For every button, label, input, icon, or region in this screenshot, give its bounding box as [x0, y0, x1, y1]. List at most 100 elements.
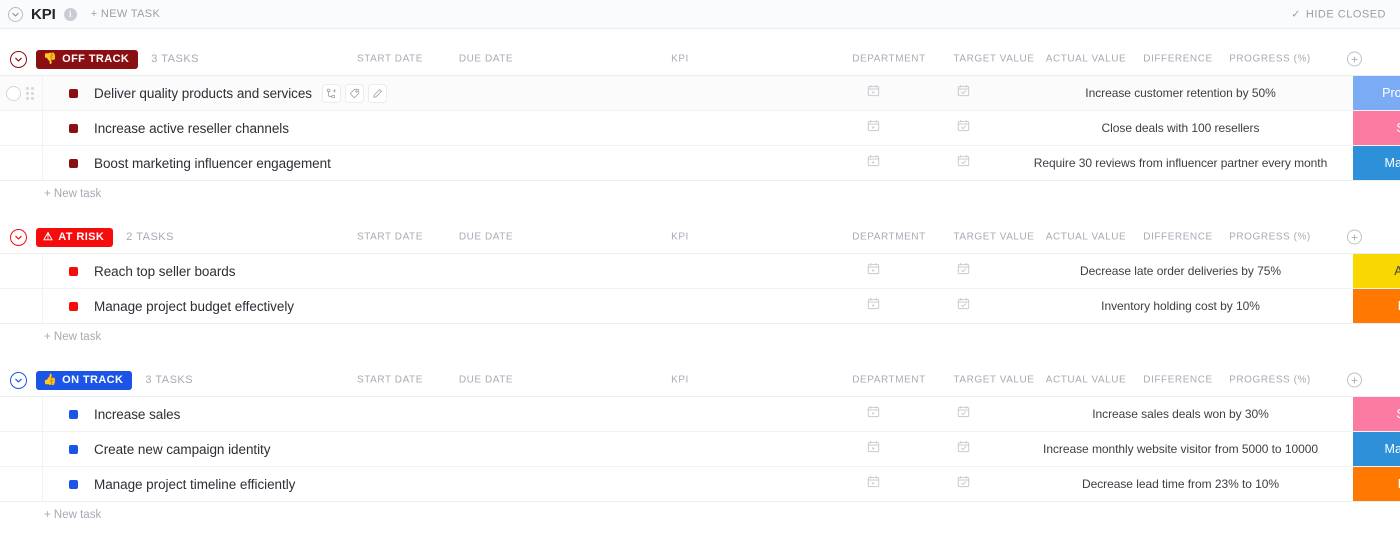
start-date-cell[interactable] — [828, 254, 918, 288]
calendar-start-icon[interactable] — [867, 154, 880, 172]
group-collapse-icon[interactable] — [10, 51, 27, 68]
calendar-start-icon[interactable] — [867, 119, 880, 137]
due-date-cell[interactable] — [918, 289, 1008, 323]
col-header-progress[interactable]: PROGRESS (%) — [1220, 375, 1320, 386]
table-row[interactable]: Increase salesIncrease sales deals won b… — [0, 397, 1400, 432]
task-name-cell[interactable]: Boost marketing influencer engagement — [42, 146, 828, 180]
calendar-start-icon[interactable] — [867, 262, 880, 280]
department-cell[interactable]: Sales — [1353, 397, 1400, 431]
group-collapse-icon[interactable] — [10, 372, 27, 389]
task-name-cell[interactable]: Increase active reseller channels — [42, 111, 828, 145]
task-title[interactable]: Boost marketing influencer engagement — [94, 156, 331, 171]
col-header-actual-value[interactable]: ACTUAL VALUE — [1040, 232, 1132, 243]
col-header-kpi[interactable]: KPI — [610, 375, 750, 386]
kpi-cell[interactable]: Increase customer retention by 50% — [1008, 76, 1353, 110]
task-name-cell[interactable]: Increase sales — [42, 397, 828, 431]
col-header-actual-value[interactable]: ACTUAL VALUE — [1040, 375, 1132, 386]
task-name-cell[interactable]: Manage project budget effectively — [42, 289, 828, 323]
task-title[interactable]: Increase sales — [94, 407, 180, 422]
department-cell[interactable]: Production — [1353, 76, 1400, 110]
task-status-square-icon[interactable] — [69, 410, 78, 419]
drag-handle-icon[interactable] — [26, 87, 35, 100]
department-tag[interactable]: Sales — [1353, 397, 1400, 431]
task-status-square-icon[interactable] — [69, 159, 78, 168]
group-collapse-icon[interactable] — [10, 229, 27, 246]
new-task-row[interactable]: + New task — [0, 502, 1400, 528]
calendar-start-icon[interactable] — [867, 297, 880, 315]
start-date-cell[interactable] — [828, 397, 918, 431]
task-status-square-icon[interactable] — [69, 445, 78, 454]
task-title[interactable]: Increase active reseller channels — [94, 121, 289, 136]
task-title[interactable]: Reach top seller boards — [94, 264, 235, 279]
calendar-due-icon[interactable] — [957, 262, 970, 280]
task-status-square-icon[interactable] — [69, 480, 78, 489]
col-header-progress[interactable]: PROGRESS (%) — [1220, 54, 1320, 65]
col-header-difference[interactable]: DIFFERENCE — [1132, 54, 1224, 65]
kpi-cell[interactable]: Decrease lead time from 23% to 10% — [1008, 467, 1353, 501]
due-date-cell[interactable] — [918, 432, 1008, 466]
department-tag[interactable]: PMO — [1353, 289, 1400, 323]
col-header-due-date[interactable]: DUE DATE — [448, 232, 524, 243]
col-header-due-date[interactable]: DUE DATE — [448, 375, 524, 386]
kpi-cell[interactable]: Increase monthly website visitor from 50… — [1008, 432, 1353, 466]
department-tag[interactable]: Marketing — [1353, 146, 1400, 180]
department-tag[interactable]: Admin — [1353, 254, 1400, 288]
group-status-badge[interactable]: 👍ON TRACK — [36, 371, 132, 390]
new-task-row[interactable]: + New task — [0, 181, 1400, 207]
department-tag[interactable]: Marketing — [1353, 432, 1400, 466]
task-name-cell[interactable]: Deliver quality products and services — [42, 76, 828, 110]
calendar-due-icon[interactable] — [957, 405, 970, 423]
task-title[interactable]: Deliver quality products and services — [94, 86, 312, 101]
calendar-due-icon[interactable] — [957, 154, 970, 172]
kpi-cell[interactable]: Close deals with 100 resellers — [1008, 111, 1353, 145]
due-date-cell[interactable] — [918, 467, 1008, 501]
calendar-start-icon[interactable] — [867, 440, 880, 458]
hide-closed-toggle[interactable]: ✓ HIDE CLOSED — [1291, 8, 1386, 21]
start-date-cell[interactable] — [828, 467, 918, 501]
col-header-due-date[interactable]: DUE DATE — [448, 54, 524, 65]
info-icon[interactable]: i — [64, 8, 77, 21]
start-date-cell[interactable] — [828, 76, 918, 110]
group-status-badge[interactable]: ⚠AT RISK — [36, 228, 113, 247]
task-title[interactable]: Manage project budget effectively — [94, 299, 294, 314]
calendar-start-icon[interactable] — [867, 405, 880, 423]
department-cell[interactable]: Marketing — [1353, 432, 1400, 466]
col-header-start-date[interactable]: START DATE — [352, 232, 428, 243]
task-status-square-icon[interactable] — [69, 89, 78, 98]
department-cell[interactable]: PMO — [1353, 289, 1400, 323]
task-name-cell[interactable]: Create new campaign identity — [42, 432, 828, 466]
col-header-department[interactable]: DEPARTMENT — [830, 54, 948, 65]
task-status-square-icon[interactable] — [69, 302, 78, 311]
col-header-department[interactable]: DEPARTMENT — [830, 375, 948, 386]
col-header-start-date[interactable]: START DATE — [352, 375, 428, 386]
start-date-cell[interactable] — [828, 432, 918, 466]
kpi-cell[interactable]: Inventory holding cost by 10% — [1008, 289, 1353, 323]
new-task-row[interactable]: + New task — [0, 324, 1400, 350]
col-header-progress[interactable]: PROGRESS (%) — [1220, 232, 1320, 243]
task-name-cell[interactable]: Manage project timeline efficiently — [42, 467, 828, 501]
calendar-due-icon[interactable] — [957, 440, 970, 458]
col-header-target-value[interactable]: TARGET VALUE — [948, 54, 1040, 65]
plus-circle-icon[interactable]: + — [1347, 52, 1362, 67]
calendar-start-icon[interactable] — [867, 475, 880, 493]
table-row[interactable]: Create new campaign identity Increase mon… — [0, 432, 1400, 467]
group-status-badge[interactable]: 👎OFF TRACK — [36, 50, 138, 69]
tag-icon[interactable] — [345, 84, 364, 103]
table-row[interactable]: Manage project budget effectively Invento… — [0, 289, 1400, 324]
add-subtask-icon[interactable] — [322, 84, 341, 103]
due-date-cell[interactable] — [918, 146, 1008, 180]
col-header-difference[interactable]: DIFFERENCE — [1132, 375, 1224, 386]
due-date-cell[interactable] — [918, 254, 1008, 288]
table-row[interactable]: Manage project timeline efficiently Decre… — [0, 467, 1400, 502]
col-header-kpi[interactable]: KPI — [610, 54, 750, 65]
new-task-top-button[interactable]: + NEW TASK — [91, 8, 160, 20]
kpi-cell[interactable]: Require 30 reviews from influencer partn… — [1008, 146, 1353, 180]
col-header-department[interactable]: DEPARTMENT — [830, 232, 948, 243]
start-date-cell[interactable] — [828, 289, 918, 323]
table-row[interactable]: Deliver quality products and services Inc… — [0, 76, 1400, 111]
calendar-start-icon[interactable] — [867, 84, 880, 102]
col-header-start-date[interactable]: START DATE — [352, 54, 428, 65]
task-status-square-icon[interactable] — [69, 124, 78, 133]
due-date-cell[interactable] — [918, 76, 1008, 110]
pencil-edit-icon[interactable] — [368, 84, 387, 103]
